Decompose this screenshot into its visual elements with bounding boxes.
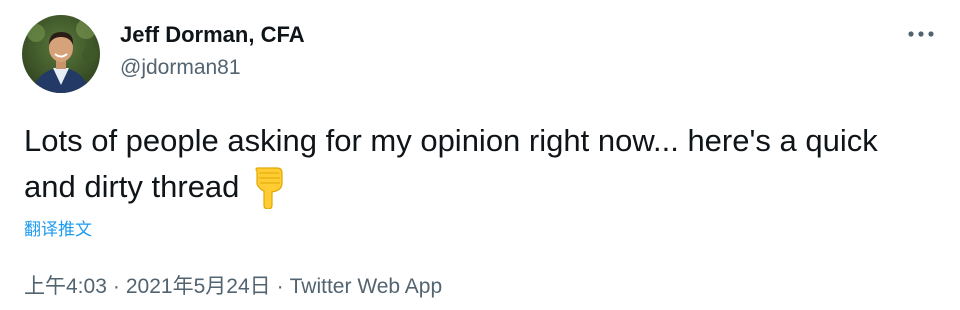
- more-horizontal-icon[interactable]: [904, 22, 938, 46]
- tweet-body: Lots of people asking for my opinion rig…: [24, 123, 878, 204]
- avatar-image: [22, 15, 100, 93]
- tweet-metadata: 上午4:03 · 2021年5月24日 · Twitter Web App: [24, 270, 442, 300]
- tweet-source: Twitter Web App: [289, 275, 443, 298]
- meta-separator: ·: [276, 275, 284, 298]
- author-handle[interactable]: @jdorman81: [120, 56, 241, 80]
- tweet-date[interactable]: 2021年5月24日: [126, 275, 271, 298]
- tweet-text: Lots of people asking for my opinion rig…: [24, 118, 934, 210]
- translate-tweet-link[interactable]: 翻译推文: [24, 215, 92, 240]
- tweet-card: Jeff Dorman, CFA @jdorman81 Lots of peop…: [0, 0, 960, 310]
- backhand-index-pointing-down-emoji: [251, 167, 287, 210]
- author-display-name[interactable]: Jeff Dorman, CFA: [120, 22, 305, 48]
- tweet-time[interactable]: 上午4:03: [24, 275, 107, 298]
- avatar[interactable]: [22, 15, 100, 93]
- meta-separator: ·: [112, 275, 120, 298]
